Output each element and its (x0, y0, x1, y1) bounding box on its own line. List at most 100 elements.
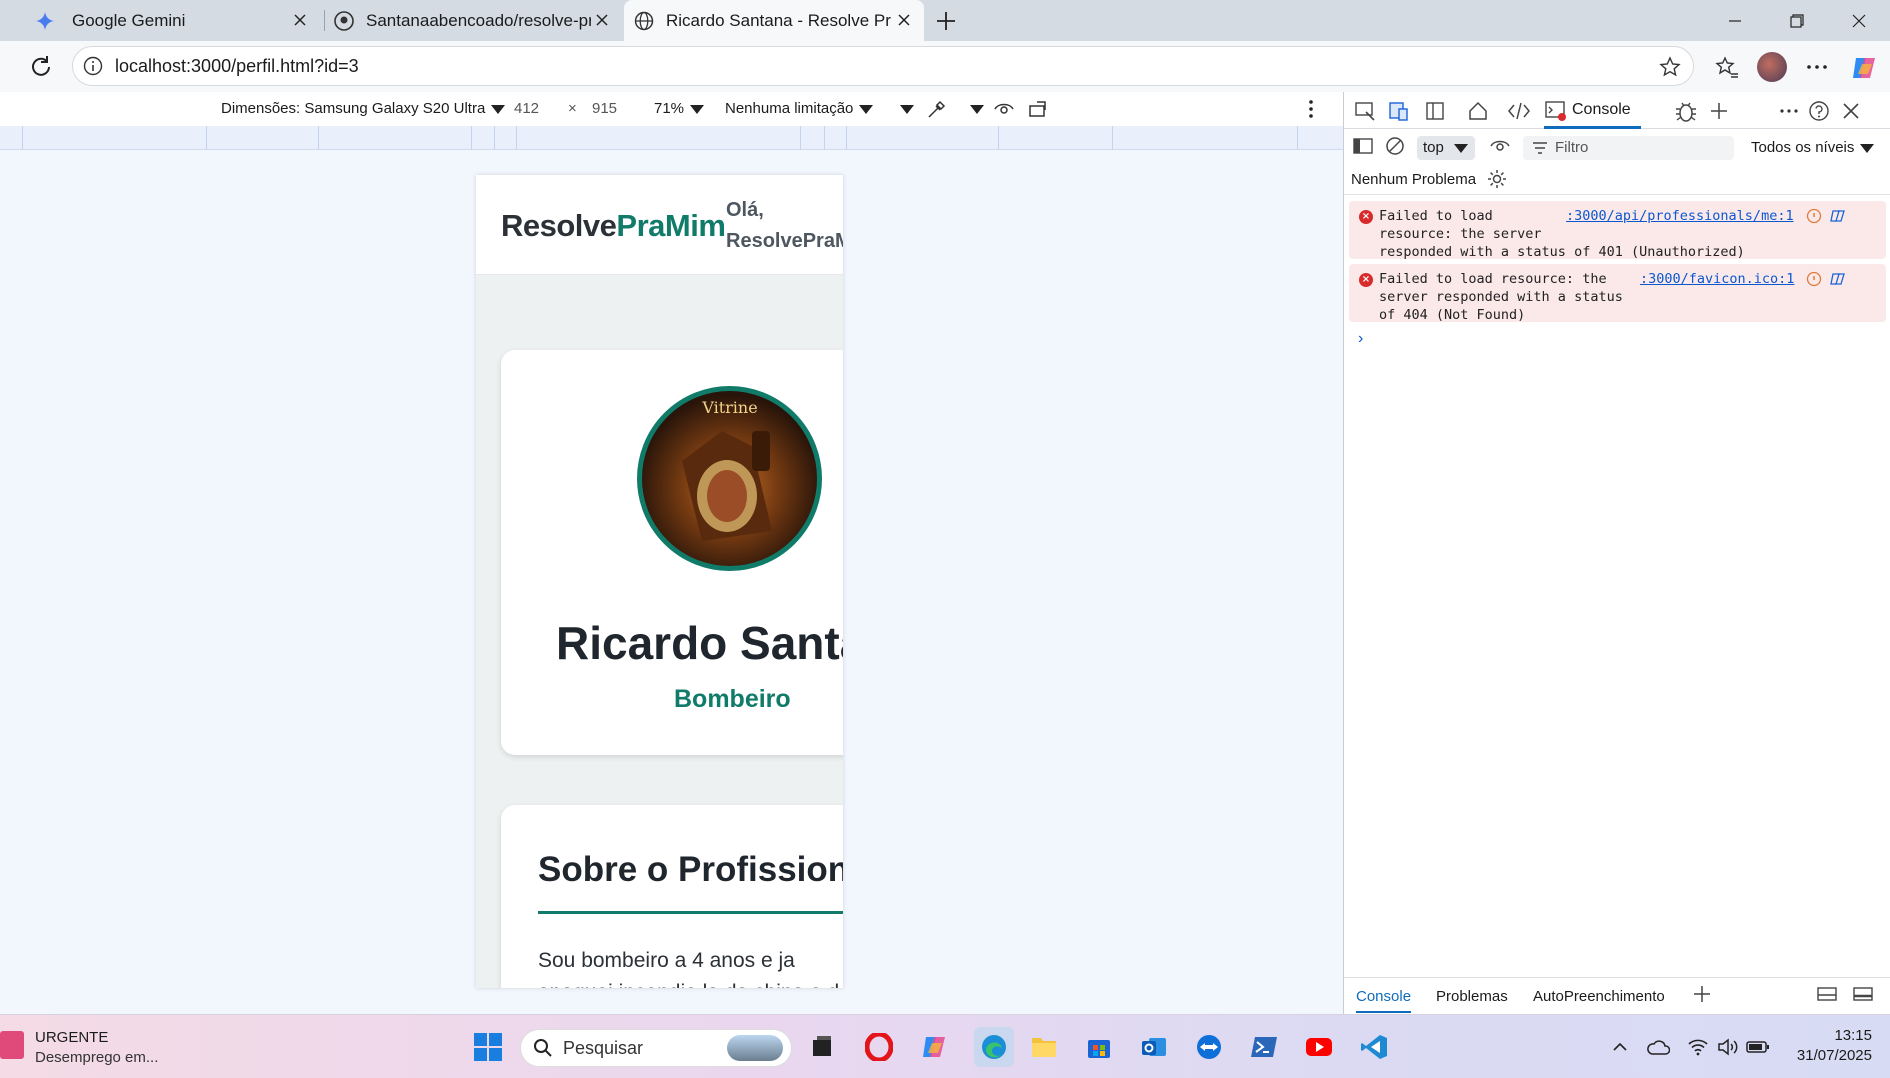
drawer-tab-console[interactable]: Console (1356, 988, 1412, 1013)
console-error-message[interactable]: × Failed to load resource: the server re… (1349, 264, 1886, 323)
inspect-element-icon[interactable] (1354, 100, 1378, 124)
clear-console-icon[interactable] (1384, 135, 1408, 159)
battery-icon[interactable] (1742, 1031, 1774, 1063)
close-tab-icon[interactable] (894, 10, 914, 30)
drawer-tab-autopreenchimento[interactable]: AutoPreenchimento (1533, 988, 1665, 1005)
console-prompt[interactable]: › (1358, 330, 1363, 348)
close-drawer-icon[interactable] (1852, 984, 1876, 1008)
settings-gear-icon[interactable] (1486, 168, 1510, 192)
vscode-icon[interactable] (1358, 1031, 1390, 1063)
media-query-ruler[interactable] (0, 126, 1343, 150)
powershell-icon[interactable] (1248, 1031, 1280, 1063)
vision-options[interactable] (964, 100, 984, 117)
close-window-button[interactable] (1828, 0, 1890, 41)
file-explorer-icon[interactable] (1028, 1031, 1060, 1063)
height-input[interactable]: 915 (592, 100, 617, 117)
news-title: URGENTE (35, 1029, 109, 1046)
error-icon: × (1359, 210, 1373, 224)
dock-side-icon[interactable] (1424, 100, 1448, 124)
site-header: ResolvePraMim Olá, ResolvePraMim (476, 175, 843, 275)
tab-github-repo[interactable]: Santanaabencoado/resolve-pra-m (330, 0, 620, 41)
issues-label[interactable]: Nenhum Problema (1351, 171, 1476, 188)
chevron-down-icon (859, 104, 874, 114)
device-emulation-icon[interactable] (1388, 100, 1412, 124)
console-error-message[interactable]: × Failed to load resource: the server re… (1349, 201, 1886, 260)
zoom-select[interactable]: 71% (654, 100, 705, 117)
eyedropper-icon[interactable] (926, 98, 948, 120)
log-levels-select[interactable]: Todos os níveis (1751, 139, 1875, 156)
copilot-app-icon[interactable] (918, 1031, 950, 1063)
microsoft-store-icon[interactable] (1083, 1031, 1115, 1063)
eye-icon[interactable] (993, 99, 1015, 119)
drawer-tab-problemas[interactable]: Problemas (1436, 988, 1508, 1005)
close-devtools-icon[interactable] (1840, 100, 1864, 124)
edge-icon[interactable] (974, 1027, 1014, 1067)
copilot-explain-icon[interactable] (1830, 208, 1846, 224)
device-dimensions-select[interactable]: Dimensões: Samsung Galaxy S20 Ultra (221, 100, 506, 117)
refresh-icon[interactable] (28, 54, 54, 80)
url-text[interactable]: localhost:3000/perfil.html?id=3 (115, 56, 359, 77)
tab-title: Santanaabencoado/resolve-pra-m (366, 10, 591, 30)
close-tab-icon[interactable] (592, 10, 612, 30)
site-info-icon[interactable] (83, 56, 103, 76)
drawer-dock-icon[interactable] (1816, 984, 1840, 1008)
tab-strip: Google Gemini Santanaabencoado/resolve-p… (0, 0, 1890, 41)
context-select[interactable]: top (1417, 136, 1475, 160)
greeting-line-2: ResolvePraMim (726, 230, 843, 252)
start-windows-icon[interactable] (472, 1031, 504, 1063)
new-tab-button[interactable] (933, 8, 959, 34)
width-input[interactable]: 412 (514, 100, 539, 117)
console-filter-input[interactable]: Filtro (1523, 136, 1734, 160)
error-source-link[interactable]: :3000/api/professionals/me:1 (1566, 207, 1794, 225)
favorite-star-icon[interactable] (1659, 56, 1681, 78)
wifi-icon[interactable] (1682, 1031, 1714, 1063)
debugger-bug-icon[interactable] (1674, 100, 1698, 124)
toolbar-more-icon[interactable] (1308, 99, 1314, 119)
error-text: Failed to load resource: the server resp… (1379, 271, 1623, 323)
insights-icon[interactable] (1806, 271, 1822, 287)
rotate-device-icon[interactable] (1028, 99, 1050, 119)
outlook-icon[interactable] (1138, 1031, 1170, 1063)
elements-code-icon[interactable] (1507, 100, 1531, 124)
sidebar-toggle-icon[interactable] (1352, 135, 1376, 159)
help-icon[interactable] (1808, 100, 1832, 124)
favorites-icon[interactable] (1714, 54, 1740, 80)
tab-console[interactable]: Console (1544, 94, 1641, 129)
task-view-icon[interactable] (806, 1031, 838, 1063)
github-icon (334, 10, 354, 31)
about-bio: Sou bombeiro a 4 anos e ja apaguei incen… (538, 949, 843, 988)
close-tab-icon[interactable] (290, 10, 310, 30)
youtube-icon[interactable] (1303, 1031, 1335, 1063)
error-source-link[interactable]: :3000/favicon.ico:1 (1640, 270, 1794, 288)
system-clock[interactable]: 13:15 31/07/2025 (1797, 1026, 1872, 1066)
tab-ricardo-santana[interactable]: Ricardo Santana - Resolve Pra Mi (624, 0, 924, 41)
site-logo[interactable]: ResolvePraMim (501, 208, 726, 244)
zoom-label: 71% (654, 100, 685, 117)
copilot-explain-icon[interactable] (1830, 271, 1846, 287)
throttle-select[interactable]: Nenhuma limitação (725, 100, 874, 117)
more-device-options[interactable] (894, 100, 914, 117)
more-options-icon[interactable] (1804, 54, 1830, 80)
console-icon (1544, 99, 1566, 121)
restore-button[interactable] (1766, 0, 1828, 41)
profile-avatar[interactable] (1757, 52, 1787, 82)
add-tool-icon[interactable] (1708, 100, 1732, 124)
onedrive-cloud-icon[interactable] (1642, 1031, 1674, 1063)
user-greeting: Olá, ResolvePraMim (726, 195, 843, 257)
opera-icon[interactable] (863, 1031, 895, 1063)
volume-icon[interactable] (1712, 1031, 1744, 1063)
teamviewer-icon[interactable] (1193, 1031, 1225, 1063)
minimize-button[interactable] (1704, 0, 1766, 41)
taskbar-search[interactable]: Pesquisar (520, 1029, 792, 1067)
news-subtitle: Desemprego em... (35, 1049, 159, 1066)
welcome-home-icon[interactable] (1467, 100, 1491, 124)
devtools-more-icon[interactable] (1778, 100, 1802, 124)
insights-icon[interactable] (1806, 208, 1822, 224)
add-drawer-tab-icon[interactable] (1692, 984, 1716, 1008)
address-row: localhost:3000/perfil.html?id=3 (0, 41, 1890, 92)
live-expression-eye-icon[interactable] (1489, 136, 1513, 160)
tab-google-gemini[interactable]: Google Gemini (30, 0, 320, 41)
show-hidden-icons-chevron-up-icon[interactable] (1604, 1031, 1636, 1063)
copilot-icon[interactable] (1850, 54, 1876, 80)
address-bar[interactable]: localhost:3000/perfil.html?id=3 (72, 46, 1694, 86)
